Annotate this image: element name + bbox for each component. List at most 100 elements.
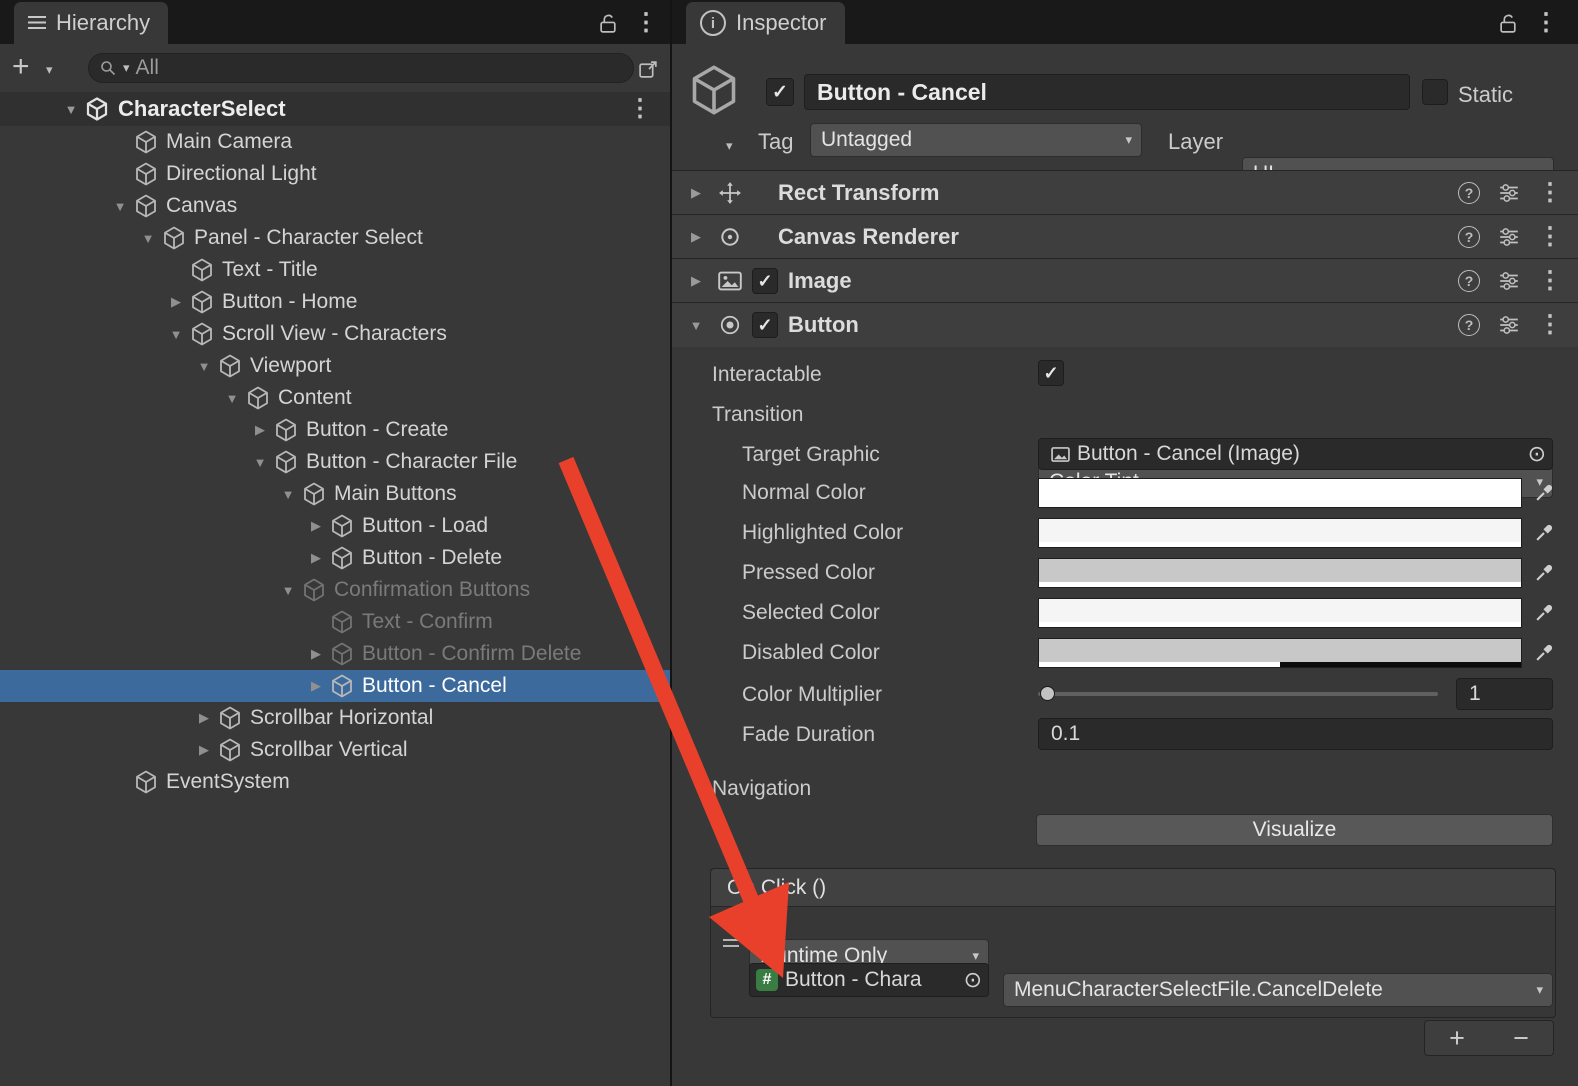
foldout-icon[interactable]: ▶ <box>303 518 329 534</box>
hierarchy-search-input[interactable]: ▾ All <box>88 53 634 83</box>
target-graphic-object-field[interactable]: Button - Cancel (Image) ⊙ <box>1038 438 1553 470</box>
scene-foldout-icon[interactable]: ▼ <box>58 102 84 117</box>
fade-duration-field[interactable]: 0.1 <box>1038 718 1553 750</box>
hierarchy-row[interactable]: ▶ Button - Cancel <box>0 670 670 702</box>
help-icon[interactable]: ? <box>1458 314 1480 336</box>
component-header-button[interactable]: ▼ ✓ Button ? ⋮ <box>672 302 1578 347</box>
foldout-icon[interactable]: ▶ <box>191 710 217 726</box>
button-enabled-checkbox[interactable]: ✓ <box>752 312 778 338</box>
foldout-icon[interactable]: ▼ <box>107 199 133 214</box>
eyedropper-icon[interactable] <box>1534 642 1555 668</box>
hierarchy-row[interactable]: ▼ Button - Character File <box>0 446 670 478</box>
object-picker-icon[interactable]: ⊙ <box>1528 441 1546 467</box>
foldout-icon[interactable]: ▶ <box>191 742 217 758</box>
help-icon[interactable]: ? <box>1458 226 1480 248</box>
event-target-object-field[interactable]: # Button - Chara ⊙ <box>749 963 989 997</box>
foldout-icon[interactable]: ▶ <box>686 229 706 245</box>
help-icon[interactable]: ? <box>1458 182 1480 204</box>
hierarchy-row[interactable]: ▼ Main Buttons <box>0 478 670 510</box>
component-header-canvas-renderer[interactable]: ▶ Canvas Renderer ? ⋮ <box>672 214 1578 259</box>
slider-knob[interactable] <box>1040 686 1055 701</box>
static-checkbox[interactable] <box>1422 79 1448 105</box>
search-filter-caret-icon[interactable]: ▾ <box>123 60 130 76</box>
eyedropper-icon[interactable] <box>1534 522 1555 548</box>
component-header-rect-transform[interactable]: ▶ Rect Transform ? ⋮ <box>672 170 1578 215</box>
add-dropdown-caret-icon[interactable]: ▾ <box>46 62 53 78</box>
hierarchy-row[interactable]: ▼ Content <box>0 382 670 414</box>
foldout-icon[interactable]: ▶ <box>303 678 329 694</box>
preset-icon[interactable] <box>1498 271 1520 291</box>
color-swatch[interactable] <box>1038 518 1522 548</box>
active-checkbox[interactable]: ✓ <box>766 78 794 106</box>
hierarchy-menu-icon[interactable]: ⋮ <box>634 11 658 35</box>
tab-hierarchy[interactable]: Hierarchy <box>14 2 168 44</box>
component-menu-icon[interactable]: ⋮ <box>1538 313 1562 337</box>
color-multiplier-value-field[interactable]: 1 <box>1456 678 1553 710</box>
component-header-image[interactable]: ▶ ✓ Image ? ⋮ <box>672 258 1578 303</box>
eyedropper-icon[interactable] <box>1534 482 1555 508</box>
foldout-icon[interactable]: ▼ <box>135 231 161 246</box>
foldout-icon[interactable]: ▶ <box>247 422 273 438</box>
color-swatch[interactable] <box>1038 638 1522 668</box>
object-picker-icon[interactable]: ⊙ <box>964 967 982 993</box>
foldout-icon[interactable]: ▼ <box>191 359 217 374</box>
slider-track[interactable] <box>1038 692 1438 696</box>
foldout-icon[interactable]: ▶ <box>163 294 189 310</box>
inspector-lock-icon[interactable] <box>1496 11 1520 35</box>
foldout-icon[interactable]: ▼ <box>163 327 189 342</box>
color-multiplier-slider[interactable] <box>1038 678 1438 710</box>
hierarchy-row[interactable]: Directional Light <box>0 158 670 190</box>
add-event-button[interactable]: + <box>1425 1021 1489 1055</box>
inspector-menu-icon[interactable]: ⋮ <box>1534 11 1558 35</box>
function-dropdown[interactable]: MenuCharacterSelectFile.CancelDelete ▾ <box>1003 973 1553 1007</box>
foldout-icon[interactable]: ▼ <box>275 583 301 598</box>
foldout-icon[interactable]: ▶ <box>303 646 329 662</box>
hierarchy-row[interactable]: ▶ Button - Home <box>0 286 670 318</box>
hierarchy-row[interactable]: ▼ Panel - Character Select <box>0 222 670 254</box>
hierarchy-row[interactable]: Text - Confirm <box>0 606 670 638</box>
component-menu-icon[interactable]: ⋮ <box>1538 225 1562 249</box>
hierarchy-row[interactable]: ▼ Viewport <box>0 350 670 382</box>
interactable-checkbox[interactable]: ✓ <box>1038 360 1064 386</box>
foldout-icon[interactable]: ▼ <box>686 318 706 333</box>
hierarchy-row[interactable]: ▼ Scroll View - Characters <box>0 318 670 350</box>
scene-row[interactable]: ▼ CharacterSelect ⋮ <box>0 92 670 126</box>
preset-icon[interactable] <box>1498 227 1520 247</box>
component-menu-icon[interactable]: ⋮ <box>1538 269 1562 293</box>
remove-event-button[interactable]: − <box>1489 1021 1553 1055</box>
help-icon[interactable]: ? <box>1458 270 1480 292</box>
foldout-icon[interactable]: ▼ <box>247 455 273 470</box>
foldout-icon[interactable]: ▼ <box>219 391 245 406</box>
hierarchy-row[interactable]: ▶ Scrollbar Vertical <box>0 734 670 766</box>
color-swatch[interactable] <box>1038 478 1522 508</box>
foldout-icon[interactable]: ▼ <box>275 487 301 502</box>
image-enabled-checkbox[interactable]: ✓ <box>752 268 778 294</box>
hierarchy-row[interactable]: ▶ Button - Load <box>0 510 670 542</box>
hierarchy-row[interactable]: ▶ Button - Confirm Delete <box>0 638 670 670</box>
color-swatch[interactable] <box>1038 558 1522 588</box>
hierarchy-row[interactable]: EventSystem <box>0 766 670 798</box>
eyedropper-icon[interactable] <box>1534 602 1555 628</box>
foldout-icon[interactable]: ▶ <box>686 273 706 289</box>
hierarchy-row[interactable]: ▼ Canvas <box>0 190 670 222</box>
icon-dropdown-caret-icon[interactable]: ▾ <box>726 138 733 154</box>
drag-handle-icon[interactable] <box>723 939 739 948</box>
eyedropper-icon[interactable] <box>1534 562 1555 588</box>
add-gameobject-button[interactable]: + <box>12 50 30 84</box>
tag-dropdown[interactable]: Untagged ▾ <box>810 123 1142 157</box>
on-click-header[interactable]: On Click () <box>711 869 1555 907</box>
lock-icon[interactable] <box>596 11 620 35</box>
tab-inspector[interactable]: i Inspector <box>686 2 845 44</box>
component-menu-icon[interactable]: ⋮ <box>1538 181 1562 205</box>
preset-icon[interactable] <box>1498 315 1520 335</box>
preset-icon[interactable] <box>1498 183 1520 203</box>
hierarchy-row[interactable]: Text - Title <box>0 254 670 286</box>
scene-menu-icon[interactable]: ⋮ <box>628 97 652 121</box>
hierarchy-row[interactable]: Main Camera <box>0 126 670 158</box>
hierarchy-row[interactable]: ▶ Scrollbar Horizontal <box>0 702 670 734</box>
hierarchy-row[interactable]: ▶ Button - Delete <box>0 542 670 574</box>
hierarchy-row[interactable]: ▶ Button - Create <box>0 414 670 446</box>
foldout-icon[interactable]: ▶ <box>303 550 329 566</box>
gameobject-name-field[interactable]: Button - Cancel <box>804 74 1410 110</box>
open-search-window-icon[interactable] <box>636 57 660 81</box>
